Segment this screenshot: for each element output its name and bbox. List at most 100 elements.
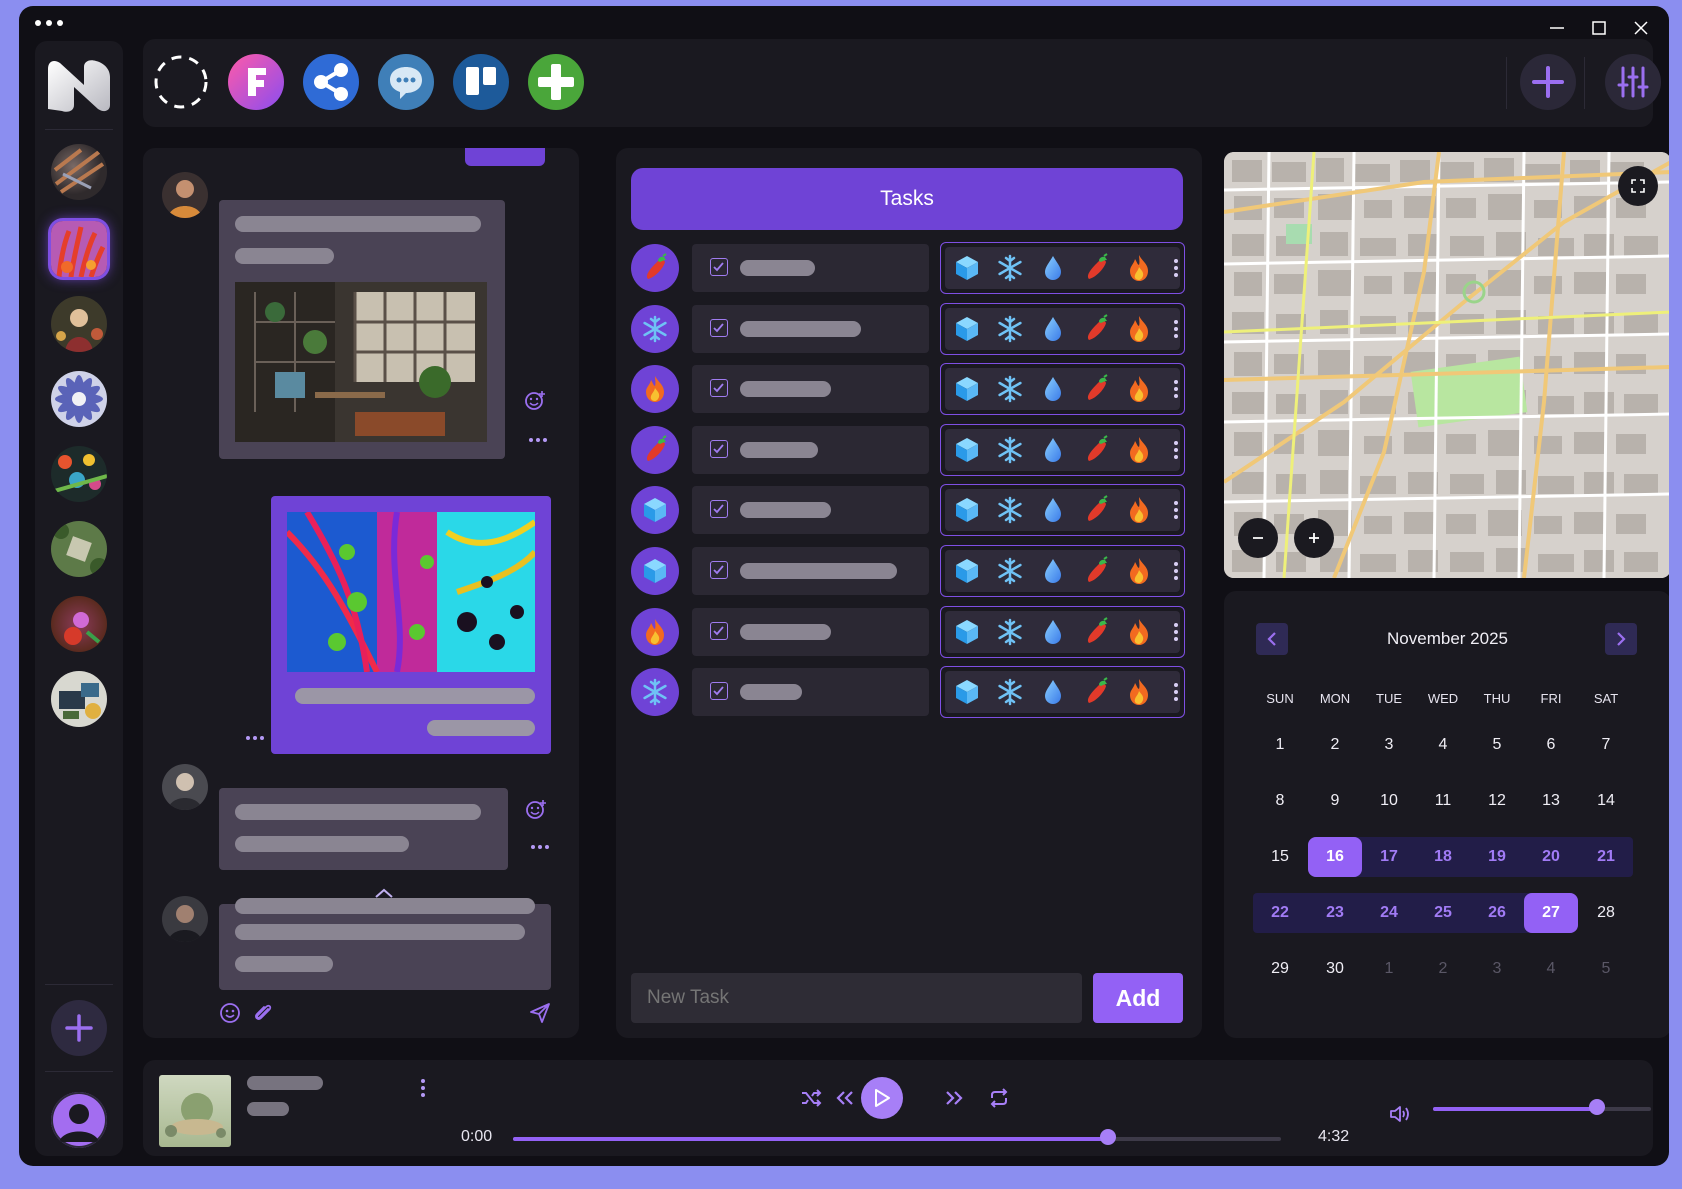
chili-icon[interactable] <box>1080 313 1112 345</box>
calendar-day[interactable]: 5 <box>1470 725 1524 765</box>
water-drop-icon[interactable] <box>1037 676 1069 708</box>
server-avatar-6[interactable] <box>51 521 107 577</box>
f-app-icon[interactable] <box>228 54 284 110</box>
chili-icon[interactable] <box>631 244 679 292</box>
snowflake-icon[interactable] <box>994 434 1026 466</box>
server-avatar-4[interactable] <box>51 371 107 427</box>
fire-icon[interactable] <box>631 607 679 656</box>
calendar-day[interactable]: 12 <box>1470 781 1524 821</box>
map-canvas[interactable] <box>1224 152 1669 578</box>
server-avatar-2[interactable] <box>51 221 107 277</box>
calendar-day[interactable]: 28 <box>1579 893 1633 933</box>
volume-slider[interactable] <box>1433 1107 1651 1111</box>
task-options-icon[interactable] <box>1174 259 1178 277</box>
map-view[interactable] <box>1224 152 1669 578</box>
plus-app-icon[interactable] <box>528 54 584 110</box>
task-checkbox[interactable] <box>710 500 728 519</box>
calendar-day[interactable]: 8 <box>1253 781 1307 821</box>
shuffle-icon[interactable] <box>793 1080 829 1116</box>
water-drop-icon[interactable] <box>1037 252 1069 284</box>
calendar-day[interactable]: 3 <box>1362 725 1416 765</box>
task-options-icon[interactable] <box>1174 622 1178 641</box>
calendar-day[interactable]: 10 <box>1362 781 1416 821</box>
add-server-button[interactable] <box>51 1000 107 1056</box>
chili-icon[interactable] <box>1080 252 1112 284</box>
cube-icon[interactable] <box>951 313 983 345</box>
task-checkbox[interactable] <box>710 318 728 337</box>
task-options-icon[interactable] <box>1174 562 1178 580</box>
task-options-icon[interactable] <box>1174 501 1178 520</box>
task-item[interactable] <box>692 365 929 414</box>
water-drop-icon[interactable] <box>1037 616 1069 648</box>
repeat-icon[interactable] <box>981 1080 1017 1116</box>
task-checkbox[interactable] <box>710 439 728 458</box>
task-item[interactable] <box>692 547 929 595</box>
window-menu-icon[interactable] <box>35 20 63 26</box>
calendar-day[interactable]: 4 <box>1416 725 1470 765</box>
task-item[interactable] <box>692 304 929 353</box>
chili-icon[interactable] <box>1080 555 1112 587</box>
snowflake-icon[interactable] <box>994 555 1026 587</box>
calendar-day[interactable]: 22 <box>1253 893 1307 933</box>
task-item[interactable] <box>692 244 929 292</box>
fire-icon[interactable] <box>1123 555 1155 587</box>
rewind-icon[interactable] <box>827 1080 863 1116</box>
zoom-in-button[interactable] <box>1294 518 1334 558</box>
calendar-day[interactable]: 1 <box>1362 949 1416 989</box>
fullscreen-icon[interactable] <box>1618 166 1658 206</box>
progress-bar[interactable] <box>513 1137 1281 1141</box>
calendar-day[interactable]: 17 <box>1362 837 1416 877</box>
calendar-day[interactable]: 19 <box>1470 837 1524 877</box>
snowflake-icon[interactable] <box>994 616 1026 648</box>
task-checkbox[interactable] <box>710 561 728 579</box>
message-image[interactable] <box>287 512 535 672</box>
snowflake-icon[interactable] <box>631 668 679 717</box>
snowflake-icon[interactable] <box>994 373 1026 405</box>
chili-icon[interactable] <box>1080 676 1112 708</box>
message-avatar[interactable] <box>162 172 208 218</box>
share-icon[interactable] <box>303 54 359 110</box>
cube-icon[interactable] <box>951 555 983 587</box>
calendar-day[interactable]: 16 <box>1308 837 1362 877</box>
task-row[interactable] <box>631 605 1191 658</box>
task-options-icon[interactable] <box>1174 319 1178 338</box>
task-row[interactable] <box>631 423 1191 476</box>
calendar-day[interactable]: 4 <box>1524 949 1578 989</box>
message-avatar[interactable] <box>162 764 208 810</box>
next-month-button[interactable] <box>1605 623 1637 655</box>
task-row[interactable] <box>631 302 1191 355</box>
cube-icon[interactable] <box>951 373 983 405</box>
chili-icon[interactable] <box>1080 616 1112 648</box>
add-reaction-icon[interactable] <box>523 796 549 822</box>
user-avatar[interactable] <box>51 1092 107 1148</box>
message-avatar[interactable] <box>162 896 208 942</box>
fast-forward-icon[interactable] <box>936 1080 972 1116</box>
calendar-day[interactable]: 14 <box>1579 781 1633 821</box>
water-drop-icon[interactable] <box>1037 434 1069 466</box>
calendar-day[interactable]: 3 <box>1470 949 1524 989</box>
add-button[interactable] <box>1520 54 1576 110</box>
calendar-day[interactable]: 30 <box>1308 949 1362 989</box>
server-avatar-1[interactable] <box>51 144 107 200</box>
calendar-day[interactable]: 13 <box>1524 781 1578 821</box>
task-checkbox[interactable] <box>710 621 728 640</box>
play-button[interactable] <box>861 1077 903 1119</box>
calendar-day[interactable]: 27 <box>1524 893 1578 933</box>
cube-icon[interactable] <box>951 252 983 284</box>
message-options-icon[interactable] <box>529 438 547 442</box>
calendar-day[interactable]: 6 <box>1524 725 1578 765</box>
zoom-out-button[interactable] <box>1238 518 1278 558</box>
task-item[interactable] <box>692 668 929 717</box>
calendar-day[interactable]: 20 <box>1524 837 1578 877</box>
water-drop-icon[interactable] <box>1037 373 1069 405</box>
calendar-day[interactable]: 1 <box>1253 725 1307 765</box>
new-task-input[interactable] <box>631 973 1082 1023</box>
calendar-day[interactable]: 7 <box>1579 725 1633 765</box>
task-item[interactable] <box>692 607 929 656</box>
cube-icon[interactable] <box>951 616 983 648</box>
trello-icon[interactable] <box>453 54 509 110</box>
task-options-icon[interactable] <box>1174 683 1178 702</box>
calendar-day[interactable]: 15 <box>1253 837 1307 877</box>
track-options-icon[interactable] <box>405 1070 441 1106</box>
fire-icon[interactable] <box>631 365 679 414</box>
